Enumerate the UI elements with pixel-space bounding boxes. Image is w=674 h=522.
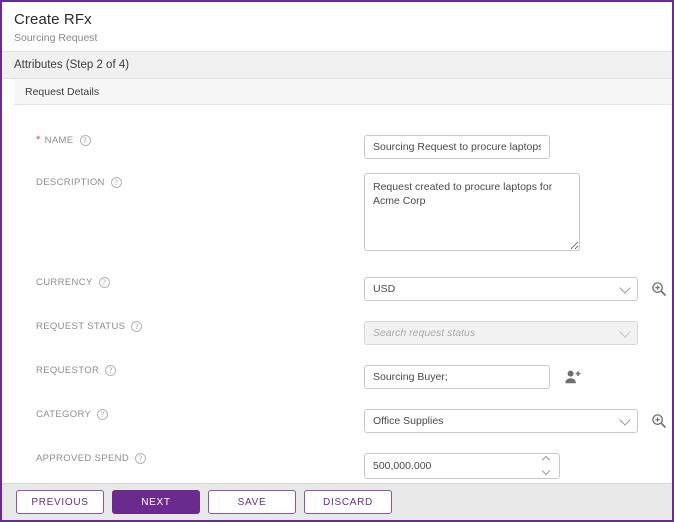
help-icon[interactable]: ? [131, 321, 142, 332]
request-status-control: Search request status [364, 321, 672, 345]
help-icon[interactable]: ? [80, 135, 91, 146]
currency-label-text: CURRENCY [36, 277, 93, 288]
step-band-label: Attributes (Step 2 of 4) [14, 59, 129, 71]
next-button[interactable]: NEXT [112, 490, 200, 514]
description-control [364, 173, 672, 251]
stepper-down-icon[interactable] [543, 470, 551, 475]
chevron-down-icon [619, 282, 630, 293]
category-control: Office Supplies [364, 409, 672, 433]
field-row-description: DESCRIPTION ? [14, 173, 672, 251]
request-details-form: * NAME ? DESCRIPTION ? [14, 105, 672, 483]
category-value: Office Supplies [373, 415, 443, 427]
approved-spend-value: 500,000.000 [373, 460, 431, 472]
stepper-up-icon[interactable] [543, 457, 551, 462]
name-label-text: NAME [45, 135, 74, 146]
create-rfx-window: Create RFx Sourcing Request Attributes (… [0, 0, 674, 522]
discard-button[interactable]: DISCARD [304, 490, 392, 514]
approved-spend-label-text: APPROVED SPEND [36, 453, 129, 464]
field-row-name: * NAME ? [14, 135, 672, 159]
search-zoom-icon[interactable] [650, 412, 668, 430]
person-add-icon[interactable] [564, 368, 582, 386]
help-icon[interactable]: ? [99, 277, 110, 288]
category-label: CATEGORY ? [14, 409, 364, 420]
help-icon[interactable]: ? [111, 177, 122, 188]
approved-spend-control: 500,000.000 [364, 453, 672, 479]
request-status-label-text: REQUEST STATUS [36, 321, 125, 332]
save-button[interactable]: SAVE [208, 490, 296, 514]
chevron-down-icon [619, 414, 630, 425]
step-band: Attributes (Step 2 of 4) [2, 51, 672, 79]
window-header: Create RFx Sourcing Request [2, 2, 672, 51]
approved-spend-label: APPROVED SPEND ? [14, 453, 364, 464]
footer-toolbar: PREVIOUS NEXT SAVE DISCARD [2, 483, 672, 520]
section-header: Request Details [14, 79, 672, 105]
category-select[interactable]: Office Supplies [364, 409, 638, 433]
field-row-approved-spend: APPROVED SPEND ? 500,000.000 [14, 453, 672, 479]
chevron-down-icon [619, 326, 630, 337]
currency-control: USD [364, 277, 672, 301]
currency-select[interactable]: USD [364, 277, 638, 301]
approved-spend-stepper[interactable]: 500,000.000 [364, 453, 560, 479]
page-title: Create RFx [14, 10, 672, 29]
required-marker: * [36, 135, 41, 146]
currency-label: CURRENCY ? [14, 277, 364, 288]
help-icon[interactable]: ? [135, 453, 146, 464]
description-label-text: DESCRIPTION [36, 177, 105, 188]
help-icon[interactable]: ? [105, 365, 116, 376]
requestor-control [364, 365, 672, 389]
requestor-input[interactable] [364, 365, 550, 389]
requestor-label-text: REQUESTOR [36, 365, 99, 376]
search-zoom-icon[interactable] [650, 280, 668, 298]
request-status-label: REQUEST STATUS ? [14, 321, 364, 332]
field-row-request-status: REQUEST STATUS ? Search request status [14, 321, 672, 345]
request-status-select: Search request status [364, 321, 638, 345]
section-header-label: Request Details [25, 86, 99, 98]
description-textarea[interactable] [364, 173, 580, 251]
name-input[interactable] [364, 135, 550, 159]
name-control [364, 135, 672, 159]
stepper-arrows[interactable] [541, 457, 552, 475]
request-status-placeholder: Search request status [373, 327, 475, 339]
field-row-category: CATEGORY ? Office Supplies [14, 409, 672, 433]
section-wrapper: Request Details * NAME ? DESCRIPTION ? [2, 79, 672, 483]
category-label-text: CATEGORY [36, 409, 91, 420]
page-subtitle: Sourcing Request [14, 32, 672, 45]
requestor-label: REQUESTOR ? [14, 365, 364, 376]
description-label: DESCRIPTION ? [14, 173, 364, 188]
name-label: * NAME ? [14, 135, 364, 146]
field-row-currency: CURRENCY ? USD [14, 277, 672, 301]
currency-value: USD [373, 283, 395, 295]
field-row-requestor: REQUESTOR ? [14, 365, 672, 389]
help-icon[interactable]: ? [97, 409, 108, 420]
previous-button[interactable]: PREVIOUS [16, 490, 104, 514]
